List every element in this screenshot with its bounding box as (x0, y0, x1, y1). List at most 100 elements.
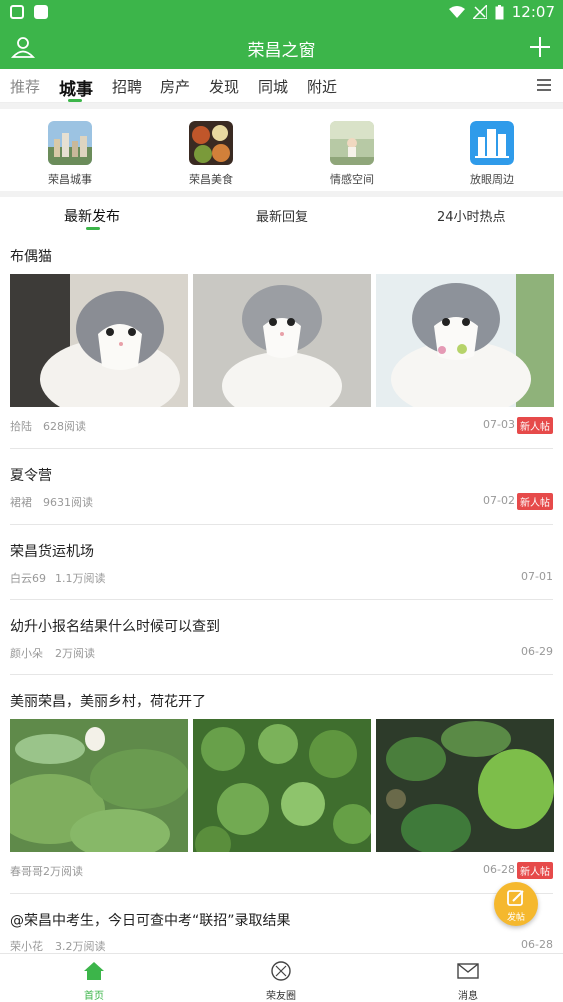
category-emotion[interactable]: 情感空间 (312, 121, 392, 187)
nav-friends-circle[interactable]: 荣友圈 (251, 960, 311, 1002)
post-meta-row: 颜小朵 2万阅读 06-29 (10, 645, 553, 661)
mail-icon (457, 963, 479, 979)
post-date: 06-28 (521, 938, 553, 951)
post-read-count: 628阅读 (43, 420, 86, 433)
post-read-count: 3.2万阅读 (55, 940, 106, 953)
post-author: 裙裙 (10, 496, 32, 509)
new-post-badge: 新人帖 (517, 417, 553, 434)
post-divider (10, 524, 553, 525)
tab-city-news[interactable]: 城事 (59, 75, 93, 100)
status-time: 12:07 (511, 3, 555, 21)
tab-jobs[interactable]: 招聘 (112, 76, 142, 97)
post-read-count: 1.1万阅读 (55, 572, 106, 585)
compose-icon (507, 890, 524, 906)
category-label: 情感空间 (330, 173, 374, 186)
post-date: 06-28 (483, 863, 515, 876)
category-label: 荣昌城事 (48, 173, 92, 186)
tab-24h-hot[interactable]: 24小时热点 (437, 206, 506, 225)
post-item[interactable]: 布偶猫 (10, 246, 553, 266)
post-item[interactable]: 荣昌货运机场 (10, 541, 553, 561)
nav-home[interactable]: 首页 (64, 960, 124, 1002)
post-meta-row: 白云69 1.1万阅读 07-01 (10, 570, 553, 586)
post-title: 布偶猫 (10, 249, 52, 265)
compass-icon (271, 961, 291, 981)
add-icon[interactable] (527, 34, 553, 60)
city-photo-icon (48, 121, 92, 165)
signal-icon (472, 5, 487, 19)
active-tab-indicator (68, 99, 82, 102)
post-date: 06-29 (521, 645, 553, 658)
home-icon (84, 962, 104, 980)
notification-icon (34, 5, 48, 19)
post-item[interactable]: 幼升小报名结果什么时候可以查到 (10, 616, 553, 636)
new-post-button[interactable]: 发帖 (494, 882, 538, 926)
app-title: 荣昌之窗 (247, 41, 316, 61)
post-read-count: 2万阅读 (55, 647, 95, 660)
post-images (10, 719, 554, 852)
post-date: 07-01 (521, 570, 553, 583)
post-author: 白云69 (10, 572, 46, 585)
post-author: 荣小花 (10, 940, 43, 953)
post-read-count: 2万阅读 (43, 865, 83, 878)
category-food[interactable]: 荣昌美食 (171, 121, 251, 187)
post-title: 美丽荣昌，美丽乡村，荷花开了 (10, 694, 206, 710)
post-image[interactable] (10, 719, 188, 852)
post-image[interactable] (193, 274, 371, 407)
post-item[interactable]: 美丽荣昌，美丽乡村，荷花开了 (10, 691, 553, 711)
post-author: 颜小朵 (10, 647, 43, 660)
post-date: 07-03 (483, 418, 515, 431)
wifi-icon (448, 6, 465, 18)
tab-recommend[interactable]: 推荐 (10, 76, 40, 97)
category-grid: 荣昌城事 荣昌美食 情感空间 放眼周边 (0, 109, 563, 191)
post-title: 荣昌货运机场 (10, 544, 94, 560)
buildings-icon (470, 121, 514, 165)
bottom-nav: 首页 荣友圈 消息 (0, 953, 563, 1002)
post-title: @荣昌中考生，今日可查中考“联招”录取结果 (10, 913, 291, 929)
sort-tabs: 最新发布 最新回复 24小时热点 (0, 197, 563, 233)
new-post-label: 发帖 (506, 913, 525, 923)
post-meta-row: 春哥哥 2万阅读 06-28 新人帖 (10, 862, 553, 879)
tab-same-city[interactable]: 同城 (258, 76, 288, 97)
category-surroundings[interactable]: 放眼周边 (452, 121, 532, 187)
post-image[interactable] (376, 719, 554, 852)
post-meta-row: 裙裙 9631阅读 07-02 新人帖 (10, 493, 553, 510)
post-author: 春哥哥 (10, 865, 43, 878)
battery-icon (495, 4, 504, 19)
menu-icon[interactable] (537, 79, 551, 91)
post-title: 夏令营 (10, 468, 52, 484)
post-title: 幼升小报名结果什么时候可以查到 (10, 619, 220, 635)
post-image[interactable] (193, 719, 371, 852)
post-divider (10, 893, 553, 894)
post-item[interactable]: 夏令营 (10, 465, 553, 485)
post-meta-row: 拾陆 628阅读 07-03 新人帖 (10, 417, 553, 434)
food-photo-icon (189, 121, 233, 165)
post-meta-row: 荣小花 3.2万阅读 06-28 (10, 938, 553, 954)
nav-messages[interactable]: 消息 (438, 960, 498, 1002)
channel-tabs: 推荐 城事 招聘 房产 发现 同城 附近 (0, 69, 563, 103)
status-bar: 12:07 (0, 0, 563, 25)
post-image[interactable] (376, 274, 554, 407)
emotion-photo-icon (330, 121, 374, 165)
new-post-badge: 新人帖 (517, 862, 553, 879)
post-author: 拾陆 (10, 420, 32, 433)
category-label: 放眼周边 (470, 173, 514, 186)
post-image[interactable] (10, 274, 188, 407)
app-bar: 荣昌之窗 (0, 25, 563, 69)
new-post-badge: 新人帖 (517, 493, 553, 510)
post-images (10, 274, 554, 407)
post-item[interactable]: @荣昌中考生，今日可查中考“联招”录取结果 (10, 910, 553, 930)
category-city-news[interactable]: 荣昌城事 (30, 121, 110, 187)
active-subtab-indicator (86, 227, 100, 230)
tab-discover[interactable]: 发现 (209, 76, 239, 97)
post-divider (10, 674, 553, 675)
tab-housing[interactable]: 房产 (160, 76, 190, 97)
post-date: 07-02 (483, 494, 515, 507)
notification-icon (10, 5, 24, 19)
tab-latest-posts[interactable]: 最新发布 (64, 206, 120, 226)
post-read-count: 9631阅读 (43, 496, 93, 509)
post-divider (10, 448, 553, 449)
post-divider (10, 599, 553, 600)
tab-latest-replies[interactable]: 最新回复 (256, 206, 308, 225)
tab-nearby[interactable]: 附近 (307, 76, 337, 97)
category-label: 荣昌美食 (189, 173, 233, 186)
